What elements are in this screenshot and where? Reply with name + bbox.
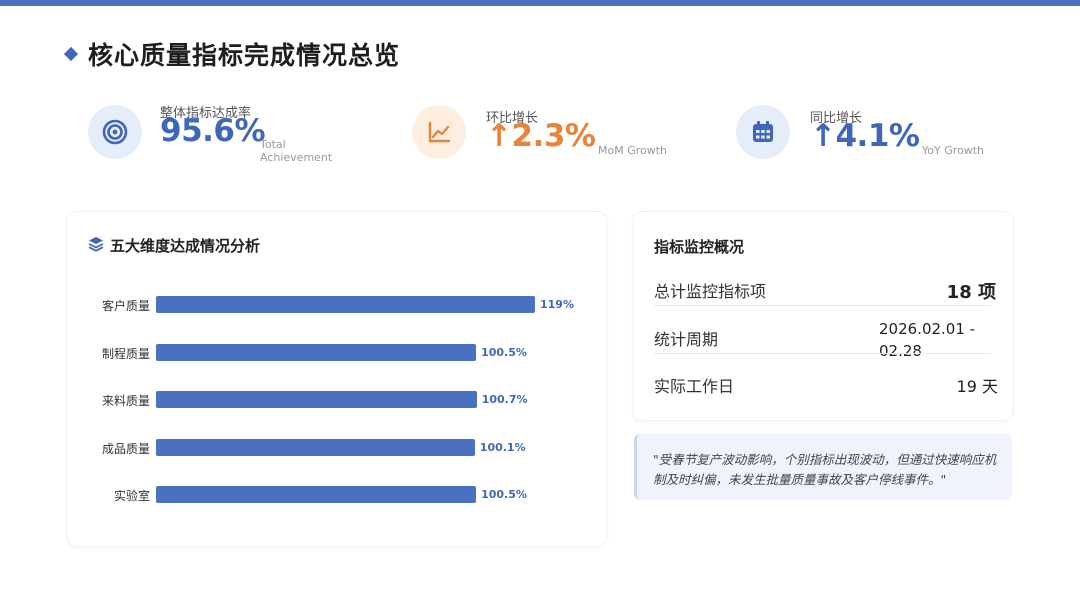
bar bbox=[156, 438, 475, 456]
bar bbox=[156, 391, 477, 408]
bar-category-label: 制程质量 bbox=[101, 346, 150, 361]
bar bbox=[156, 486, 477, 503]
kpi-mom-growth: 环比增长 ↑2.3% MoM Growth bbox=[412, 103, 682, 165]
bar-category-label: 实验室 bbox=[113, 489, 150, 503]
kpi-value: ↑4.1% bbox=[810, 118, 920, 154]
stat-label-period: 统计周期 bbox=[654, 330, 719, 349]
stat-value-work-days: 19 天 bbox=[956, 377, 998, 396]
kpi-value: 95.6% bbox=[160, 113, 266, 149]
kpi-yoy-growth: 同比增长 ↑4.1% YoY Growth bbox=[736, 103, 1006, 165]
note-text: "受春节复产波动影响，个别指标出现波动，但通过快速响应机制及时纠偏，未发生批量质… bbox=[653, 452, 997, 487]
bar-value-label: 100.7% bbox=[481, 393, 528, 406]
stat-value-period: 2026.02.01 - 02.28 bbox=[879, 318, 975, 362]
divider bbox=[654, 305, 991, 306]
line-chart-icon bbox=[412, 105, 466, 159]
monitor-card: 指标监控概况 总计监控指标项 18 项 统计周期 2026.02.01 - 02… bbox=[634, 212, 1012, 420]
stat-value-total-items: 18 项 bbox=[946, 282, 996, 303]
target-icon bbox=[88, 105, 142, 159]
period-start: 2026.02.01 - bbox=[879, 320, 976, 338]
stat-label-total-items: 总计监控指标项 bbox=[654, 282, 767, 301]
chart-title: 五大维度达成情况分析 bbox=[110, 237, 261, 255]
page-title: 核心质量指标完成情况总览 bbox=[88, 41, 401, 70]
bar-value-label: 100.5% bbox=[481, 345, 527, 359]
kpi-total-achievement: 整体指标达成率 95.6% Total Achievement bbox=[88, 103, 348, 165]
kpi-sub-label: MoM Growth bbox=[598, 144, 668, 157]
kpi-sub-label: Total Achievement bbox=[260, 138, 333, 164]
bar-value-label: 100.5% bbox=[481, 488, 527, 501]
period-end: 02.28 bbox=[879, 342, 922, 360]
calendar-icon bbox=[736, 105, 790, 159]
chart-card: 五大维度达成情况分析 客户质量 119% 制程质量 100.5% 来料质量 100.7% 成… bbox=[68, 212, 606, 546]
stat-label-work-days: 实际工作日 bbox=[654, 377, 735, 396]
bar bbox=[156, 296, 535, 313]
diamond-bullet-icon bbox=[63, 46, 79, 62]
bar bbox=[156, 343, 477, 361]
bar-value-label: 119% bbox=[540, 298, 574, 311]
kpi-value: ↑2.3% bbox=[486, 118, 596, 154]
page-header: 核心质量指标完成情况总览 bbox=[63, 36, 401, 72]
divider bbox=[654, 353, 991, 354]
bar-category-label: 成品质量 bbox=[101, 441, 150, 456]
note-box: "受春节复产波动影响，个别指标出现波动，但通过快速响应机制及时纠偏，未发生批量质… bbox=[634, 434, 1012, 500]
monitor-title: 指标监控概况 bbox=[654, 238, 745, 256]
kpi-sub-label: YoY Growth bbox=[922, 144, 985, 157]
top-accent-bar bbox=[0, 0, 1080, 6]
bar-category-label: 来料质量 bbox=[101, 394, 150, 408]
bar-category-label: 客户质量 bbox=[101, 299, 150, 313]
bar-value-label: 100.1% bbox=[479, 440, 526, 454]
layers-icon bbox=[88, 236, 104, 256]
